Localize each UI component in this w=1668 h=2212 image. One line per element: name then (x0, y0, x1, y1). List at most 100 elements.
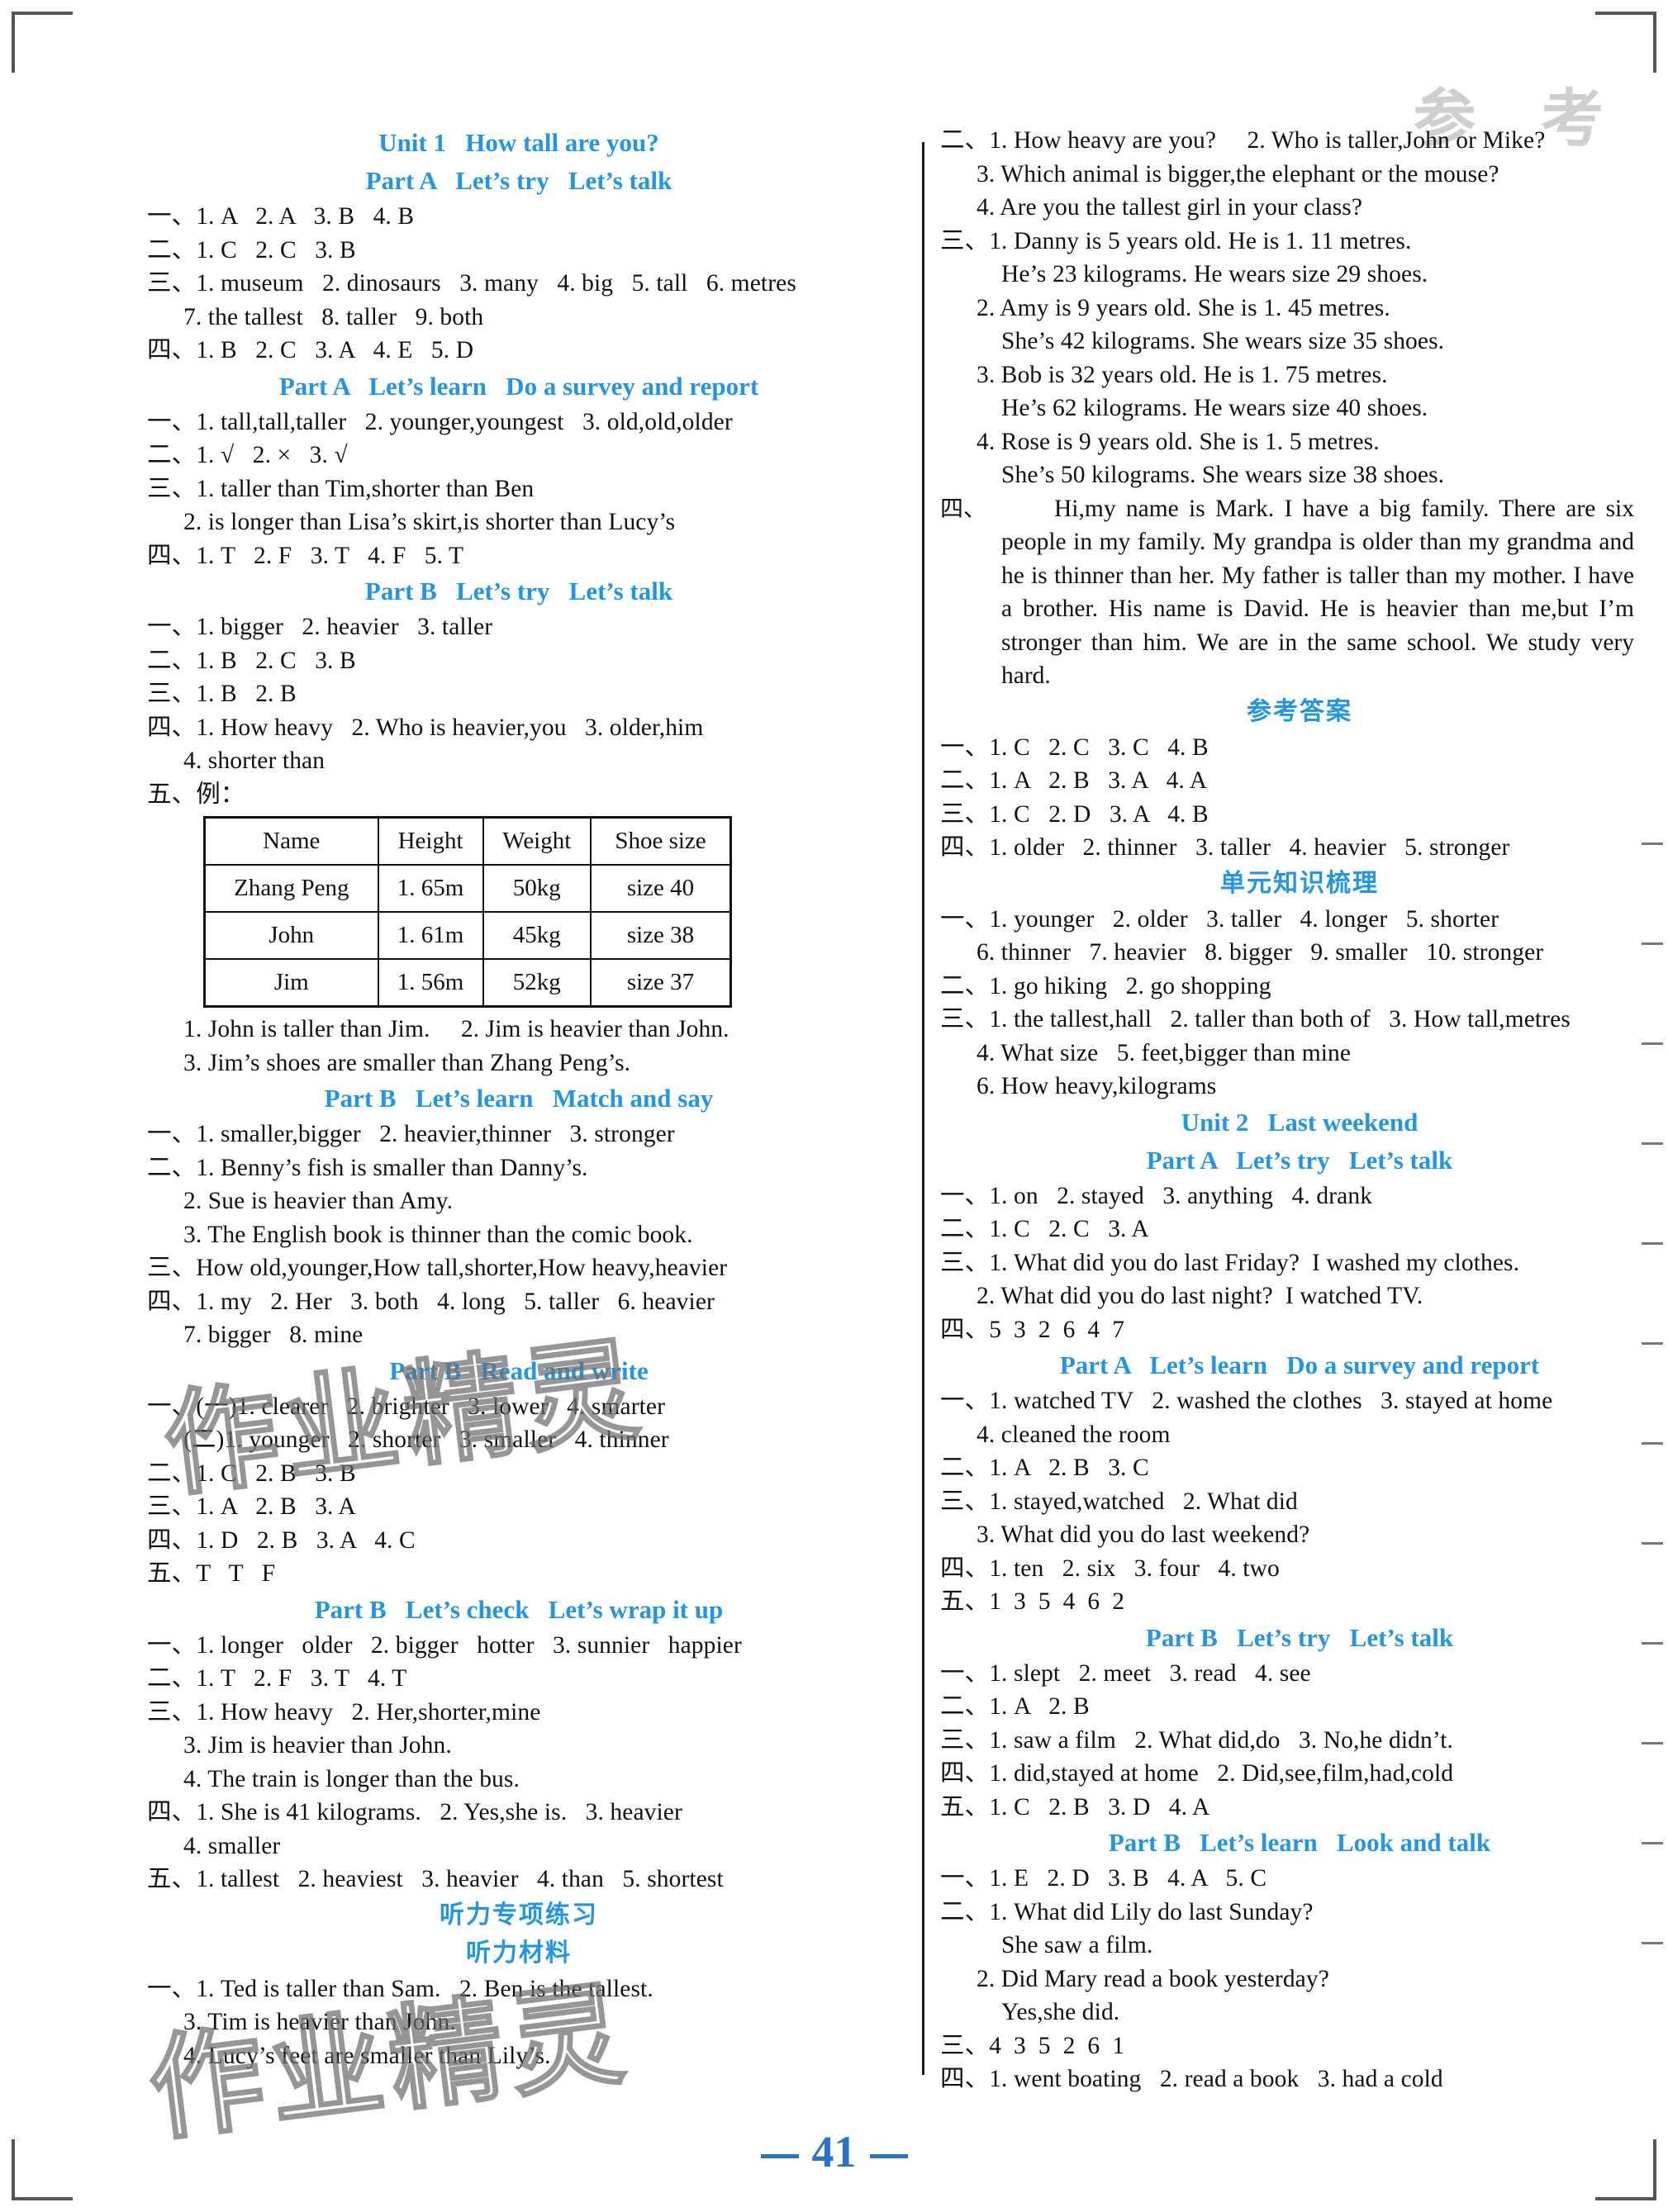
answer-line: 二、1. Benny’s fish is smaller than Danny’… (147, 1154, 588, 1181)
table-header-cell: Height (377, 817, 484, 866)
answer-line: 二、1. go hiking 2. go shopping (940, 972, 1271, 999)
answer-line: 四、1. How heavy 2. Who is heavier,you 3. … (147, 714, 704, 741)
answer-line: 一、(一)1. clearer 2. brighter 3. lower 4. … (147, 1393, 666, 1420)
answer-line: 三、1. What did you do last Friday? I wash… (940, 1249, 1520, 1276)
answer-line: 一、1. tall,tall,taller 2. younger,younges… (147, 408, 733, 435)
answer-line: 2. What did you do last night? I watched… (977, 1283, 1423, 1309)
answer-line: 一、1. slept 2. meet 3. read 4. see (940, 1659, 1311, 1687)
answer-line: 四、1. my 2. Her 3. both 4. long 5. taller… (147, 1288, 715, 1315)
answer-line: 4. shorter than (183, 748, 326, 774)
answer-line: 五、1 3 5 4 6 2 (940, 1588, 1125, 1615)
answer-line: 三、1. B 2. B (147, 681, 297, 707)
table-header-cell: Name (203, 817, 379, 866)
answer-line: 一、1. C 2. C 3. C 4. B (940, 733, 1209, 761)
section-heading: Unit 2 Last weekend (1181, 1107, 1419, 1137)
answer-line: 二、1. √ 2. × 3. √ (147, 442, 348, 468)
answer-line: He’s 62 kilograms. He wears size 40 shoe… (1001, 395, 1428, 421)
answer-line: 一、1. watched TV 2. washed the clothes 3.… (940, 1388, 1553, 1414)
table-cell: 1. 65m (377, 864, 484, 913)
answer-line: 一、1. bigger 2. heavier 3. taller (147, 614, 493, 640)
answer-line: 四、5 3 2 6 4 7 (940, 1316, 1125, 1343)
answer-line: 二、1. A 2. B (940, 1693, 1090, 1720)
table-cell: 45kg (482, 911, 592, 960)
table-cell: Zhang Peng (203, 864, 379, 913)
answer-line: 三、1. Danny is 5 years old. He is 1. 11 m… (940, 227, 1412, 254)
answer-line: 三、4 3 5 2 6 1 (940, 2032, 1125, 2059)
table-cell: Jim (203, 958, 379, 1008)
table-cell: size 38 (590, 911, 732, 960)
table-row: Jim 1. 56m 52kg size 37 (203, 958, 732, 1008)
section-heading: Part A Let’s try Let’s talk (1146, 1145, 1453, 1175)
right-column: 二、1. How heavy are you? 2. Who is taller… (922, 124, 1634, 2096)
answer-line: 2. is longer than Lisa’s skirt,is shorte… (183, 509, 676, 535)
table-cell: 50kg (482, 864, 592, 913)
answer-line: 3. Tim is heavier than John. (183, 2009, 456, 2035)
reading-paragraph: 四、 Hi,my name is Mark. I have a big famil… (940, 492, 1634, 693)
answer-line: She’s 42 kilograms. She wears size 35 sh… (1001, 328, 1445, 354)
answer-line: 一、1. A 2. A 3. B 4. B (147, 203, 415, 230)
answer-line: 三、How old,younger,How tall,shorter,How h… (147, 1255, 728, 1281)
answer-line: She’s 50 kilograms. She wears size 38 sh… (1001, 462, 1445, 488)
answer-line: 4. The train is longer than the bus. (183, 1765, 520, 1792)
answer-line: 五、1. C 2. B 3. D 4. A (940, 1793, 1210, 1820)
answer-line: 三、1. museum 2. dinosaurs 3. many 4. big … (147, 270, 796, 297)
example-table-wrapper: Name Height Weight Shoe size Zhang Peng 1. 65… (147, 811, 841, 1013)
answer-line: (二)1. younger 2. shorter 3. smaller 4. t… (183, 1426, 669, 1453)
section-heading: Part B Let’s check Let’s wrap it up (314, 1594, 724, 1624)
table-cell: John (203, 911, 379, 960)
answer-line: 1. John is taller than Jim. 2. Jim is he… (183, 1016, 729, 1042)
answer-line: 2. Sue is heavier than Amy. (183, 1188, 454, 1214)
answer-line: 四、1. did,stayed at home 2. Did,see,film,… (940, 1760, 1454, 1787)
page-number: 41 (0, 2126, 1668, 2177)
table-cell: 1. 61m (377, 911, 484, 960)
answer-line: 4. Rose is 9 years old. She is 1. 5 metr… (977, 428, 1380, 455)
answer-line: 4. Are you the tallest girl in your clas… (977, 194, 1363, 221)
section-heading: Part B Let’s try Let’s talk (1145, 1622, 1454, 1652)
answer-line: 二、1. A 2. B 3. C (940, 1455, 1149, 1481)
section-heading: Part A Let’s try Let’s talk (365, 166, 672, 195)
answer-line: 一、1. E 2. D 3. B 4. A 5. C (940, 1865, 1267, 1892)
answer-line: 3. Bob is 32 years old. He is 1. 75 metr… (977, 361, 1388, 388)
section-heading: 听力专项练习 (440, 1900, 598, 1930)
answer-line: 二、1. A 2. B 3. A 4. A (940, 767, 1208, 794)
answer-line: 4. What size 5. feet,bigger than mine (977, 1039, 1352, 1066)
crop-mark-top-right (1595, 12, 1656, 73)
table-header-row: Name Height Weight Shoe size (203, 817, 732, 866)
answer-line: 4. smaller (183, 1832, 281, 1859)
answer-line: 五、T T F (147, 1560, 276, 1587)
page-number-value: 41 (811, 2127, 857, 2176)
answer-line: 三、1. A 2. B 3. A (147, 1493, 356, 1520)
answer-line: 四、1. B 2. C 3. A 4. E 5. D (147, 337, 474, 363)
answer-line: 二、1. B 2. C 3. B (147, 647, 356, 674)
answer-line: 一、1. younger 2. older 3. taller 4. longe… (940, 905, 1499, 933)
answer-line: 二、1. C 2. C 3. A (940, 1216, 1149, 1242)
section-heading: Part B Read and write (389, 1355, 649, 1385)
answer-line: Yes,she did. (1001, 1999, 1120, 2025)
answer-line: 6. How heavy,kilograms (977, 1073, 1217, 1099)
answer-line: 3. Which animal is bigger,the elephant o… (977, 160, 1499, 187)
answer-line: He’s 23 kilograms. He wears size 29 shoe… (1001, 261, 1428, 287)
answer-line: 4. cleaned the room (977, 1421, 1171, 1448)
answer-line: 3. The English book is thinner than the … (183, 1221, 693, 1248)
answer-line: 3. Jim’s shoes are smaller than Zhang Pe… (183, 1049, 631, 1076)
section-heading: Part B Let’s learn Match and say (324, 1084, 714, 1113)
answer-line: 6. thinner 7. heavier 8. bigger 9. small… (977, 939, 1544, 966)
answer-line: 2. Did Mary read a book yesterday? (977, 1965, 1329, 1992)
section-heading: 参考答案 (1247, 696, 1352, 726)
crop-mark-top-left (12, 12, 73, 73)
page-number-dash-right (869, 2154, 908, 2159)
answer-line: 二、1. How heavy are you? 2. Who is taller… (940, 127, 1546, 154)
answer-line: 3. Jim is heavier than John. (183, 1732, 452, 1759)
answer-line: She saw a film. (1001, 1932, 1153, 1958)
answer-line: 一、1. on 2. stayed 3. anything 4. drank (940, 1182, 1373, 1209)
answer-line: 四、1. D 2. B 3. A 4. C (147, 1526, 416, 1554)
answer-line: 五、例： (147, 781, 245, 808)
answer-line: 三、1. stayed,watched 2. What did (940, 1488, 1298, 1515)
answer-line: 三、1. How heavy 2. Her,shorter,mine (147, 1698, 541, 1725)
answer-line: 四、1. went boating 2. read a book 3. had … (940, 2066, 1443, 2092)
answer-line: 四、1. T 2. F 3. T 4. F 5. T (147, 542, 464, 569)
section-heading: Part B Let’s try Let’s talk (364, 577, 673, 605)
edge-tick-marks (1642, 843, 1663, 2042)
table-header-cell: Weight (482, 817, 592, 866)
left-column: Unit 1 How tall are you? Part A Let’s try… (147, 124, 841, 2072)
